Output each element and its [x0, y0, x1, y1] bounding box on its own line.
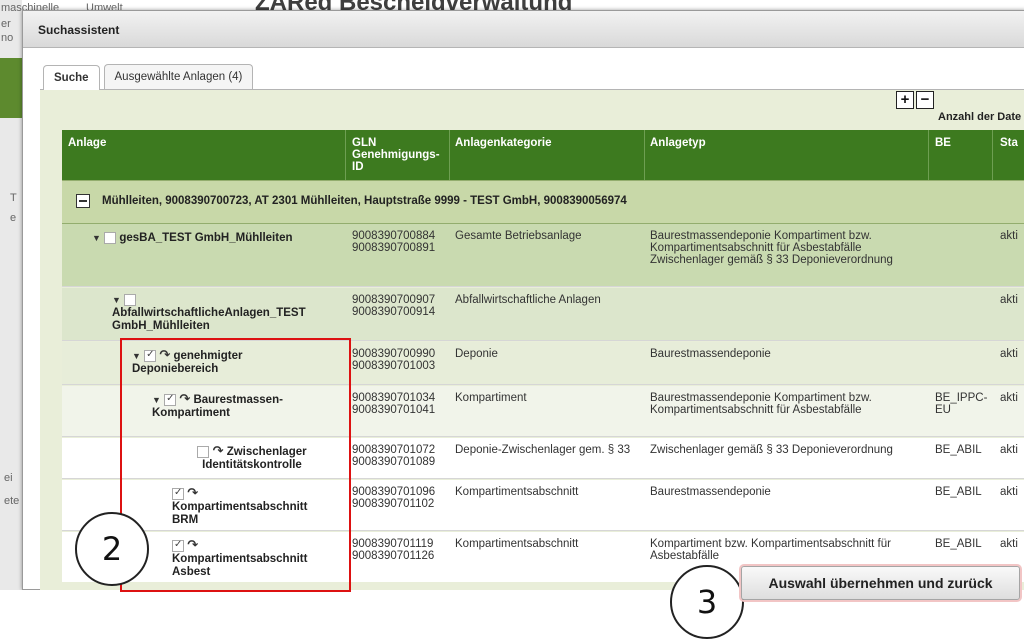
row-kategorie: Deponie-Zwischenlager gem. § 33: [455, 444, 631, 456]
row-kategorie: Gesamte Betriebsanlage: [455, 230, 582, 242]
minus-square-icon[interactable]: −: [916, 91, 934, 109]
column-header-status[interactable]: Sta: [1000, 137, 1018, 149]
column-header-anlage[interactable]: Anlage: [68, 137, 106, 149]
column-header-be[interactable]: BE: [935, 137, 951, 149]
table-row[interactable]: ▼ AbfallwirtschaftlicheAnlagen_TEST GmbH…: [62, 288, 1024, 341]
table-header: Anlage GLN Genehmigungs-ID Anlagenkatego…: [62, 130, 1024, 180]
row-anlagetyp: Baurestmassendeponie Kompartiment bzw. K…: [650, 230, 893, 266]
group-label: Mühlleiten, 9008390700723, AT 2301 Mühll…: [102, 195, 627, 207]
row-status: akti: [1000, 444, 1018, 456]
step-marker-2: 2: [75, 512, 149, 586]
row-name: AbfallwirtschaftlicheAnlagen_TEST GmbH_M…: [112, 307, 306, 333]
table-row[interactable]: ▼ gesBA_TEST GmbH_Mühlleiten 90083907008…: [62, 224, 1024, 287]
row-gln: 9008390701034 9008390701041: [352, 392, 436, 416]
row-be: BE_ABIL: [935, 538, 982, 550]
step-marker-3: 3: [670, 565, 744, 639]
row-kategorie: Kompartimentsabschnitt: [455, 538, 579, 550]
row-anlagetyp: Kompartiment bzw. Kompartimentsabschnitt…: [650, 538, 891, 562]
row-status: akti: [1000, 348, 1018, 360]
row-gln: 9008390700907 9008390700914: [352, 294, 436, 318]
anzahl-label: Anzahl der Date: [938, 111, 1022, 123]
row-be: BE_ABIL: [935, 444, 982, 456]
row-status: akti: [1000, 294, 1018, 306]
row-name: gesBA_TEST GmbH_Mühlleiten: [119, 232, 293, 245]
row-gln: 9008390701072 9008390701089: [352, 444, 436, 468]
dialog-title: Suchassistent: [38, 23, 120, 37]
row-status: akti: [1000, 538, 1018, 550]
background-green-bar: [0, 58, 22, 118]
row-kategorie: Kompartimentsabschnitt: [455, 486, 579, 498]
highlight-box: [120, 338, 351, 592]
row-anlagetyp: Baurestmassendeponie: [650, 486, 771, 498]
row-anlagetyp: Baurestmassendeponie Kompartiment bzw. K…: [650, 392, 872, 416]
dialog-titlebar[interactable]: Suchassistent: [23, 11, 1024, 48]
row-gln: 9008390700884 9008390700891: [352, 230, 436, 254]
collapse-group-icon[interactable]: [76, 194, 90, 208]
tab-suche[interactable]: Suche: [43, 65, 100, 90]
row-status: akti: [1000, 486, 1018, 498]
row-status: akti: [1000, 392, 1018, 404]
row-kategorie: Abfallwirtschaftliche Anlagen: [455, 294, 601, 306]
row-be: BE_ABIL: [935, 486, 982, 498]
row-kategorie: Deponie: [455, 348, 498, 360]
row-checkbox[interactable]: [104, 232, 117, 244]
background-fragment: ei: [4, 472, 13, 484]
background-fragment: T: [10, 192, 17, 204]
background-fragment: ete: [4, 495, 20, 507]
expand-triangle-icon[interactable]: ▼: [112, 295, 121, 305]
row-anlagetyp: Zwischenlager gemäß § 33 Deponieverordnu…: [650, 444, 893, 456]
tab-ausgewaehlte-anlagen[interactable]: Ausgewählte Anlagen (4): [103, 64, 254, 89]
row-status: akti: [1000, 230, 1018, 242]
row-gln: 9008390701096 9008390701102: [352, 486, 436, 510]
column-header-gln[interactable]: GLN Genehmigungs-ID: [352, 137, 442, 173]
group-row[interactable]: Mühlleiten, 9008390700723, AT 2301 Mühll…: [62, 180, 1024, 224]
plus-square-icon[interactable]: +: [896, 91, 914, 109]
row-gln: 9008390701119 9008390701126: [352, 538, 435, 562]
tab-bar: Suche Ausgewählte Anlagen (4): [43, 64, 257, 90]
expand-triangle-icon[interactable]: ▼: [92, 233, 101, 243]
row-anlagetyp: Baurestmassendeponie: [650, 348, 771, 360]
background-fragment: no: [1, 32, 14, 44]
row-checkbox[interactable]: [124, 294, 137, 306]
row-be: BE_IPPC-EU: [935, 392, 988, 416]
row-gln: 9008390700990 9008390701003: [352, 348, 436, 372]
column-header-kategorie[interactable]: Anlagenkategorie: [455, 137, 552, 149]
confirm-selection-button[interactable]: Auswahl übernehmen und zurück: [741, 566, 1020, 600]
column-header-anlagetyp[interactable]: Anlagetyp: [650, 137, 706, 149]
background-fragment: e: [10, 212, 17, 224]
row-kategorie: Kompartiment: [455, 392, 527, 404]
background-fragment: er: [1, 18, 11, 30]
